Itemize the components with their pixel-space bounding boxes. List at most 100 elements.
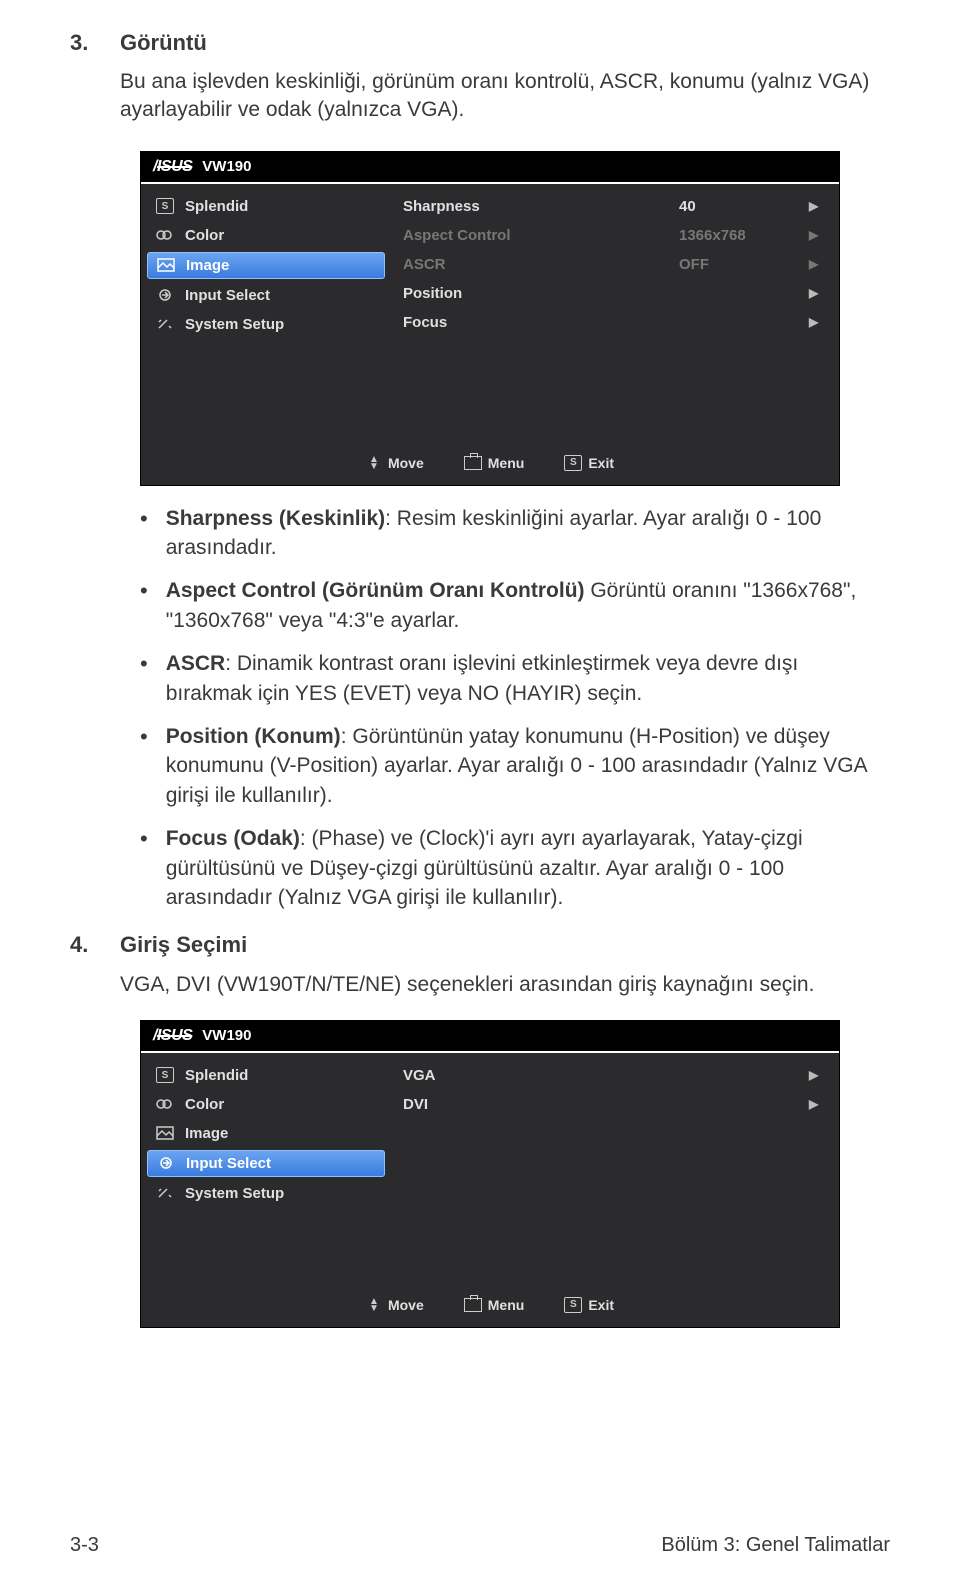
setting-label: ASCR: [403, 256, 679, 273]
bullet-focus: Focus (Odak): (Phase) ve (Clock)'i ayrı …: [140, 824, 890, 912]
section-4-number: 4.: [70, 932, 120, 958]
footer-menu: Menu: [464, 1297, 525, 1313]
sidebar-label: Color: [185, 227, 224, 244]
arrow-right-icon: ▶: [809, 1068, 827, 1082]
bullet-term: Sharpness (Keskinlik): [166, 507, 385, 530]
section-4-title: Giriş Seçimi: [120, 932, 247, 958]
sidebar-item-splendid[interactable]: S Splendid: [141, 192, 391, 221]
image-icon: [153, 1126, 177, 1140]
sidebar-item-color[interactable]: Color: [141, 1090, 391, 1119]
section-3-bullets: Sharpness (Keskinlik): Resim keskinliğin…: [140, 504, 890, 913]
asus-logo-icon: /ISUS: [153, 1027, 192, 1045]
footer-menu: Menu: [464, 455, 525, 471]
footer-move: ▲▼ Move: [366, 453, 424, 473]
setting-label: DVI: [403, 1096, 679, 1113]
bullet-ascr: ASCR: Dinamik kontrast oranı işlevini et…: [140, 649, 890, 708]
osd-input-select-menu: /ISUS VW190 S Splendid Color Image Input…: [140, 1020, 840, 1328]
section-4-header: 4. Giriş Seçimi: [70, 932, 890, 958]
bullet-term: Position (Konum): [166, 725, 341, 748]
osd-image-menu: /ISUS VW190 S Splendid Color Image Input…: [140, 151, 840, 486]
sidebar-label: System Setup: [185, 316, 284, 333]
s-key-icon: S: [153, 1067, 177, 1083]
bullet-sharpness: Sharpness (Keskinlik): Resim keskinliğin…: [140, 504, 890, 563]
footer-move: ▲▼ Move: [366, 1295, 424, 1315]
bullet-term: Focus (Odak): [166, 827, 300, 850]
bullet-aspect: Aspect Control (Görünüm Oranı Kontrolü) …: [140, 576, 890, 635]
palette-icon: [153, 228, 177, 242]
section-3-number: 3.: [70, 30, 120, 56]
image-icon: [154, 258, 178, 272]
osd-header: /ISUS VW190: [141, 1021, 839, 1051]
sidebar-item-input[interactable]: Input Select: [147, 1150, 385, 1177]
updown-arrow-icon: ▲▼: [366, 453, 382, 473]
input-icon: [154, 1156, 178, 1170]
tools-icon: [153, 317, 177, 331]
menu-icon: [464, 1298, 482, 1312]
palette-icon: [153, 1097, 177, 1111]
bullet-position: Position (Konum): Görüntünün yatay konum…: [140, 722, 890, 810]
osd-footer: ▲▼ Move Menu S Exit: [141, 445, 839, 485]
row-ascr[interactable]: ASCR OFF ▶: [391, 250, 839, 279]
osd-empty-space: [391, 337, 839, 437]
arrow-right-icon: ▶: [809, 315, 827, 329]
section-4-intro: VGA, DVI (VW190T/N/TE/NE) seçenekleri ar…: [120, 970, 890, 999]
row-sharpness[interactable]: Sharpness 40 ▶: [391, 192, 839, 221]
arrow-right-icon: ▶: [809, 286, 827, 300]
setting-label: VGA: [403, 1067, 679, 1084]
sidebar-item-system[interactable]: System Setup: [141, 310, 391, 339]
osd-header: /ISUS VW190: [141, 152, 839, 182]
sidebar-label: Input Select: [185, 287, 270, 304]
footer-label: Exit: [588, 455, 614, 471]
sidebar-item-color[interactable]: Color: [141, 221, 391, 250]
bullet-text: : Dinamik kontrast oranı işlevini etkinl…: [166, 652, 799, 704]
sidebar-item-image[interactable]: Image: [141, 1119, 391, 1148]
menu-icon: [464, 456, 482, 470]
tools-icon: [153, 1186, 177, 1200]
osd-settings: VGA ▶ DVI ▶: [391, 1053, 839, 1287]
row-aspect-control[interactable]: Aspect Control 1366x768 ▶: [391, 221, 839, 250]
osd-footer: ▲▼ Move Menu S Exit: [141, 1287, 839, 1327]
osd-empty-space: [391, 1119, 839, 1279]
footer-label: Move: [388, 455, 424, 471]
setting-value: OFF: [679, 256, 809, 273]
footer-label: Menu: [488, 1297, 525, 1313]
sidebar-label: Splendid: [185, 1067, 248, 1084]
osd-model: VW190: [202, 158, 251, 175]
setting-label: Sharpness: [403, 198, 679, 215]
row-position[interactable]: Position ▶: [391, 279, 839, 308]
setting-value: 40: [679, 198, 809, 215]
sidebar-label: Splendid: [185, 198, 248, 215]
setting-label: Aspect Control: [403, 227, 679, 244]
sidebar-label: Input Select: [186, 1155, 271, 1172]
row-vga[interactable]: VGA ▶: [391, 1061, 839, 1090]
sidebar-item-input[interactable]: Input Select: [141, 281, 391, 310]
arrow-right-icon: ▶: [809, 257, 827, 271]
osd-settings: Sharpness 40 ▶ Aspect Control 1366x768 ▶…: [391, 184, 839, 445]
sidebar-label: Color: [185, 1096, 224, 1113]
updown-arrow-icon: ▲▼: [366, 1295, 382, 1315]
sidebar-item-image[interactable]: Image: [147, 252, 385, 279]
section-3-header: 3. Görüntü: [70, 30, 890, 56]
setting-value: 1366x768: [679, 227, 809, 244]
row-dvi[interactable]: DVI ▶: [391, 1090, 839, 1119]
footer-label: Menu: [488, 455, 525, 471]
sidebar-label: Image: [185, 1125, 228, 1142]
row-focus[interactable]: Focus ▶: [391, 308, 839, 337]
input-icon: [153, 288, 177, 302]
chapter-title: Bölüm 3: Genel Talimatlar: [661, 1534, 890, 1557]
bullet-term: Aspect Control (Görünüm Oranı Kontrolü): [166, 579, 585, 602]
sidebar-label: Image: [186, 257, 229, 274]
footer-exit: S Exit: [564, 455, 614, 471]
footer-exit: S Exit: [564, 1297, 614, 1313]
osd-model: VW190: [202, 1027, 251, 1044]
s-key-icon: S: [153, 198, 177, 214]
sidebar-label: System Setup: [185, 1185, 284, 1202]
arrow-right-icon: ▶: [809, 199, 827, 213]
osd-sidebar: S Splendid Color Image Input Select Syst…: [141, 184, 391, 445]
bullet-term: ASCR: [166, 652, 226, 675]
setting-label: Position: [403, 285, 679, 302]
sidebar-item-system[interactable]: System Setup: [141, 1179, 391, 1208]
osd-sidebar: S Splendid Color Image Input Select Syst…: [141, 1053, 391, 1287]
section-3-title: Görüntü: [120, 30, 207, 56]
sidebar-item-splendid[interactable]: S Splendid: [141, 1061, 391, 1090]
